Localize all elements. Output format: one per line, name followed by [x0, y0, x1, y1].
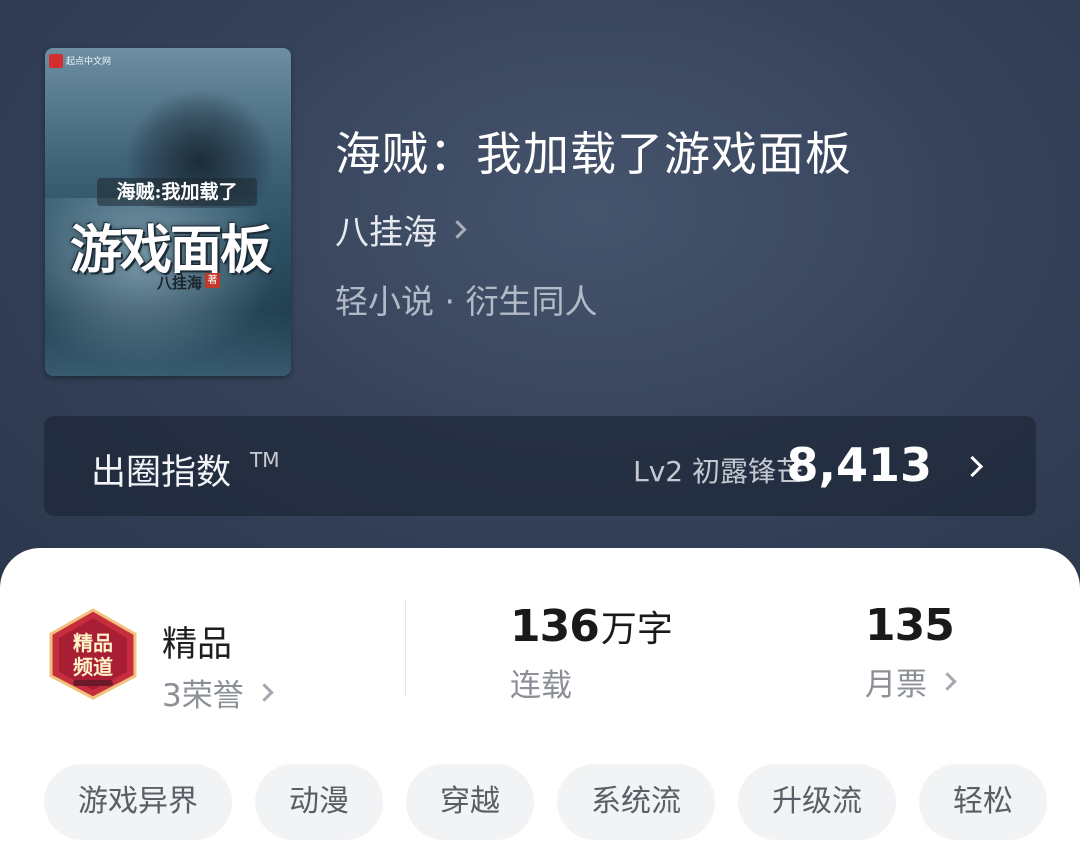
monthly-ticket-label: 月票 — [865, 667, 927, 703]
word-count-unit: 万字 — [600, 609, 673, 650]
chevron-right-icon — [255, 683, 274, 702]
divider — [405, 600, 406, 696]
popularity-index-bar[interactable]: 出圈指数 TM Lv2 初露锋芒 8,413 — [44, 416, 1036, 516]
svg-text:频道: 频道 — [73, 655, 113, 679]
book-info-panel: 精品 频道 精品 3荣誉 136万字 连载 135 月票 游戏异界 动漫 穿越 … — [0, 548, 1080, 868]
tag-chip[interactable]: 系统流 — [557, 764, 715, 840]
chevron-right-icon — [938, 672, 957, 691]
word-count-stat: 136万字 连载 — [510, 600, 673, 705]
index-level: Lv2 初露锋芒 — [633, 455, 804, 488]
book-cover[interactable]: 起点中文网 海贼:我加载了 游戏面板 八挂海 著 — [45, 48, 291, 376]
quality-badge-icon: 精品 频道 — [47, 608, 139, 700]
monthly-ticket-stat[interactable]: 135 月票 — [865, 600, 957, 704]
chevron-right-icon — [448, 220, 467, 239]
tag-chip[interactable]: 升级流 — [738, 764, 896, 840]
svg-text:精品: 精品 — [73, 631, 113, 655]
word-count-number: 136 — [510, 601, 600, 652]
tag-chip[interactable]: 轻松 — [919, 764, 1047, 840]
author-link[interactable]: 八挂海 — [335, 205, 467, 254]
monthly-ticket-number: 135 — [865, 600, 955, 651]
publisher-logo-icon — [49, 54, 63, 68]
honors-count: 3荣誉 — [162, 678, 244, 714]
monthly-ticket-link[interactable]: 月票 — [865, 659, 957, 704]
cover-seal: 著 — [205, 273, 220, 288]
serial-status: 连载 — [510, 668, 572, 704]
index-label: 出圈指数 — [91, 453, 232, 493]
cover-publisher: 起点中文网 — [66, 57, 112, 67]
index-value: 8,413 — [786, 438, 932, 492]
tag-list: 游戏异界 动漫 穿越 系统流 升级流 轻松 — [44, 764, 1047, 840]
honors-link[interactable]: 3荣誉 — [162, 670, 274, 715]
book-category: 轻小说 · 衍生同人 — [335, 282, 598, 321]
trademark-mark: TM — [250, 448, 280, 472]
cover-subtitle: 海贼:我加载了 — [97, 178, 257, 206]
book-header: 起点中文网 海贼:我加载了 游戏面板 八挂海 著 海贼：我加载了游戏面板 八挂海… — [0, 0, 1080, 600]
badge-title: 精品 — [162, 625, 233, 665]
cover-author: 八挂海 — [157, 274, 203, 292]
tag-chip[interactable]: 动漫 — [255, 764, 383, 840]
tag-chip[interactable]: 穿越 — [406, 764, 534, 840]
chevron-right-icon — [961, 455, 984, 478]
author-name: 八挂海 — [335, 213, 437, 253]
book-title: 海贼：我加载了游戏面板 — [335, 127, 852, 181]
tag-chip[interactable]: 游戏异界 — [44, 764, 232, 840]
